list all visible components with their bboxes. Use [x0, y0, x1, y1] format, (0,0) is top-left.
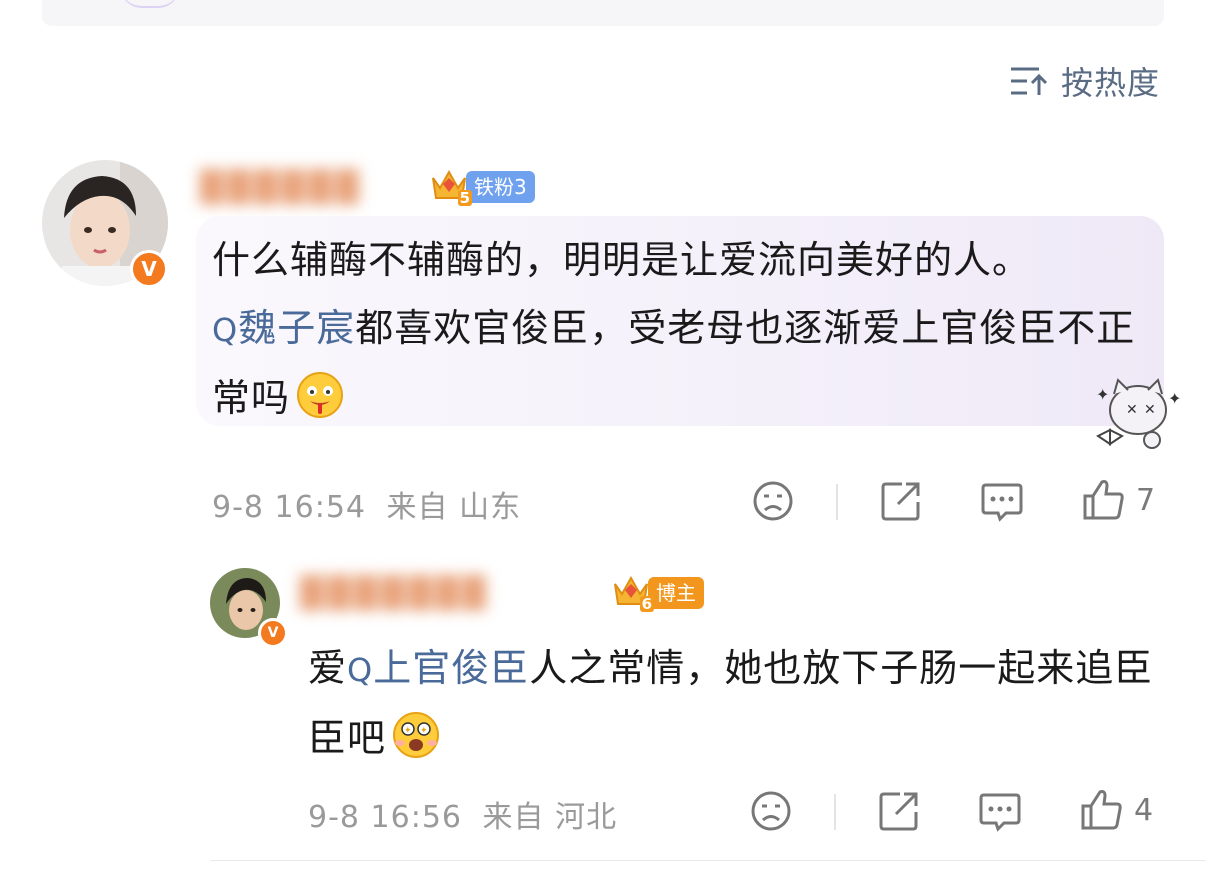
- crown-icon: 6: [612, 574, 654, 613]
- comment-time: 9-8 16:56: [308, 800, 462, 835]
- crown-icon: 5: [430, 168, 472, 207]
- comment-text: 爱Q上官俊臣人之常情，她也放下子肠一起来追臣臣吧 ✦ ✦: [308, 634, 1188, 772]
- mention-text: 魏子宸: [238, 306, 356, 350]
- verified-icon: V: [130, 250, 168, 288]
- divider: [836, 484, 838, 520]
- comment-text: 什么辅酶不辅酶的，明明是让爱流向美好的人。 Q魏子宸都喜欢官俊臣，受老母也逐渐爱…: [212, 226, 1152, 432]
- username[interactable]: ███████: [300, 576, 490, 611]
- comment-text-part: 什么辅酶不辅酶的，明明是让爱流向美好的人。: [212, 238, 1032, 282]
- comment-icon: [981, 483, 1023, 522]
- share-icon: [879, 792, 918, 831]
- sort-button[interactable]: 按热度: [1009, 58, 1160, 104]
- search-icon: Q: [212, 311, 239, 349]
- excited-emoji-icon: ✦ ✦: [392, 711, 440, 759]
- thumbs-up-icon: [1083, 480, 1124, 520]
- search-icon: Q: [347, 651, 374, 689]
- fan-rank-badge[interactable]: 5 铁粉3: [430, 168, 535, 206]
- svg-text:✦: ✦: [420, 726, 429, 736]
- like-button[interactable]: 4: [1080, 788, 1153, 832]
- drooling-emoji-icon: [296, 371, 344, 419]
- sad-face-icon: [751, 791, 791, 831]
- mention-link[interactable]: Q上官俊臣: [347, 646, 529, 690]
- sort-icon: [1009, 64, 1049, 98]
- share-button[interactable]: [880, 480, 922, 522]
- mention-text: 上官俊臣: [373, 646, 530, 690]
- svg-text:✦: ✦: [404, 726, 413, 736]
- svg-text:✦: ✦: [1096, 385, 1109, 404]
- sticker-decoration: ✕ ✕ ✦ ✦: [1092, 374, 1184, 452]
- comment-location: 来自 河北: [482, 800, 618, 835]
- sort-label: 按热度: [1060, 64, 1160, 102]
- previous-card: [42, 0, 1164, 26]
- share-icon: [881, 482, 920, 521]
- comment-time: 9-8 16:54: [212, 490, 366, 525]
- reply-button[interactable]: [980, 482, 1024, 522]
- like-button[interactable]: 7: [1082, 478, 1155, 522]
- mention-link[interactable]: Q魏子宸: [212, 306, 355, 350]
- verified-icon: V: [258, 618, 288, 648]
- rank-tag: 铁粉3: [466, 171, 535, 203]
- fan-rank-badge[interactable]: 6 博主: [612, 574, 704, 612]
- dislike-button[interactable]: [750, 790, 792, 832]
- thumbs-up-icon: [1081, 790, 1122, 830]
- decor-ring: [120, 0, 180, 8]
- comment-meta: 9-8 16:54 来自 山东: [212, 482, 521, 526]
- svg-text:✦: ✦: [1168, 389, 1181, 408]
- like-count: 7: [1136, 482, 1156, 518]
- svg-text:✕: ✕: [1144, 402, 1156, 418]
- comment-icon: [979, 793, 1021, 832]
- username[interactable]: ██████: [200, 170, 362, 205]
- like-count: 4: [1134, 792, 1154, 828]
- reply-button[interactable]: [978, 792, 1022, 832]
- comment-text-part: 爱: [308, 646, 348, 690]
- rank-level: 5: [457, 189, 472, 207]
- rank-tag: 博主: [648, 577, 704, 609]
- dislike-button[interactable]: [752, 480, 794, 522]
- comment-location: 来自 山东: [386, 490, 522, 525]
- svg-text:✕: ✕: [1126, 402, 1138, 418]
- sad-face-icon: [753, 481, 793, 521]
- divider: [834, 794, 836, 830]
- share-button[interactable]: [878, 790, 920, 832]
- comment-meta: 9-8 16:56 来自 河北: [308, 792, 617, 836]
- rank-level: 6: [639, 595, 654, 613]
- bottom-divider: [210, 860, 1206, 861]
